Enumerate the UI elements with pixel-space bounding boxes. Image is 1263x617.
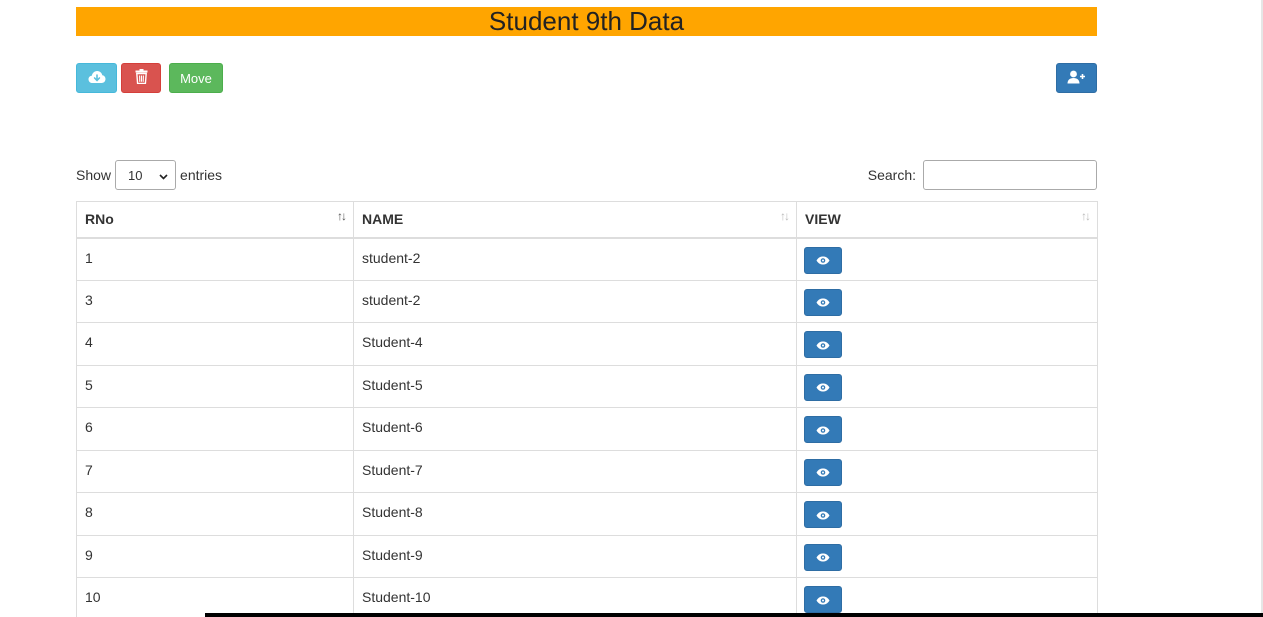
entries-label: entries (180, 167, 223, 183)
cell-rno: 5 (76, 364, 354, 408)
sort-both-icon: ↑↓ (780, 209, 790, 223)
user-plus-icon (1067, 70, 1086, 87)
table-row: 1 student-2 (76, 237, 1098, 281)
view-button[interactable] (804, 373, 842, 401)
eye-icon (816, 464, 830, 480)
students-table: RNo ↑↓ NAME ↑↓ VIEW ↑↓ 1 student-2 3 studen… (76, 201, 1098, 617)
page-title: Student 9th Data (76, 7, 1097, 36)
trash-icon (135, 69, 148, 87)
entries-length-control: Show 10 entries (76, 160, 222, 190)
table-row: 10 Student-10 (76, 577, 1098, 617)
table-row: 3 student-2 (76, 279, 1098, 323)
view-button[interactable] (804, 288, 842, 316)
cell-rno: 1 (76, 237, 354, 281)
eye-icon (816, 337, 830, 353)
eye-icon (816, 422, 830, 438)
eye-icon (816, 294, 830, 310)
cell-name: Student-4 (353, 322, 797, 366)
cell-view (796, 237, 1098, 281)
horizontal-scrollbar[interactable] (205, 613, 1263, 617)
column-header-label: VIEW (805, 211, 841, 228)
cell-name: Student-5 (353, 364, 797, 408)
cell-view (796, 492, 1098, 536)
cell-view (796, 279, 1098, 323)
table-row: 7 Student-7 (76, 449, 1098, 493)
eye-icon (816, 507, 830, 523)
cell-rno: 6 (76, 407, 354, 451)
add-user-button[interactable] (1056, 63, 1097, 93)
cell-rno: 10 (76, 577, 354, 617)
cloud-download-icon (88, 70, 106, 87)
view-button[interactable] (804, 586, 842, 613)
cell-view (796, 577, 1098, 617)
view-button[interactable] (804, 246, 842, 274)
view-button[interactable] (804, 416, 842, 443)
view-button[interactable] (804, 543, 842, 571)
cell-name: Student-6 (353, 407, 797, 451)
cell-rno: 7 (76, 449, 354, 493)
eye-icon (816, 592, 830, 608)
chevron-down-icon (159, 168, 168, 183)
page: Student 9th Data Move Show 10 entries Se… (0, 0, 1263, 617)
table-row: 6 Student-6 (76, 407, 1098, 451)
cell-view (796, 449, 1098, 493)
view-button[interactable] (804, 331, 842, 358)
cell-name: Student-7 (353, 449, 797, 493)
cell-name: student-2 (353, 279, 797, 323)
column-header-name[interactable]: NAME ↑↓ (353, 201, 797, 239)
sort-ascending-icon: ↑↓ (337, 209, 347, 223)
cell-view (796, 534, 1098, 578)
view-button[interactable] (804, 458, 842, 486)
cell-name: Student-9 (353, 534, 797, 578)
cell-rno: 3 (76, 279, 354, 323)
show-label: Show (76, 167, 112, 183)
move-button[interactable]: Move (169, 63, 223, 93)
sort-both-icon: ↑↓ (1081, 209, 1091, 223)
cell-view (796, 407, 1098, 451)
table-body: 1 student-2 3 student-2 4 Student-4 5 Student-5… (76, 237, 1098, 617)
eye-icon (816, 252, 830, 268)
cell-name: Student-10 (353, 577, 797, 617)
table-row: 5 Student-5 (76, 364, 1098, 408)
cell-rno: 8 (76, 492, 354, 536)
search-label: Search: (867, 167, 916, 183)
cell-view (796, 322, 1098, 366)
entries-select[interactable]: 10 (115, 160, 177, 190)
column-header-rno[interactable]: RNo ↑↓ (76, 201, 354, 239)
search-input[interactable] (923, 160, 1097, 190)
entries-select-value: 10 (128, 167, 143, 183)
cell-rno: 9 (76, 534, 354, 578)
delete-button[interactable] (121, 63, 161, 93)
table-row: 9 Student-9 (76, 534, 1098, 578)
view-button[interactable] (804, 501, 842, 528)
column-header-label: NAME (362, 211, 404, 228)
cell-name: student-2 (353, 237, 797, 281)
download-button[interactable] (76, 63, 117, 93)
eye-icon (816, 549, 830, 565)
table-row: 8 Student-8 (76, 492, 1098, 536)
cell-view (796, 364, 1098, 408)
column-header-label: RNo (85, 211, 114, 228)
cell-name: Student-8 (353, 492, 797, 536)
table-row: 4 Student-4 (76, 322, 1098, 366)
table-search-control: Search: (868, 160, 1097, 190)
table-header-row: RNo ↑↓ NAME ↑↓ VIEW ↑↓ (76, 201, 1098, 239)
cell-rno: 4 (76, 322, 354, 366)
column-header-view[interactable]: VIEW ↑↓ (796, 201, 1098, 239)
eye-icon (816, 379, 830, 395)
